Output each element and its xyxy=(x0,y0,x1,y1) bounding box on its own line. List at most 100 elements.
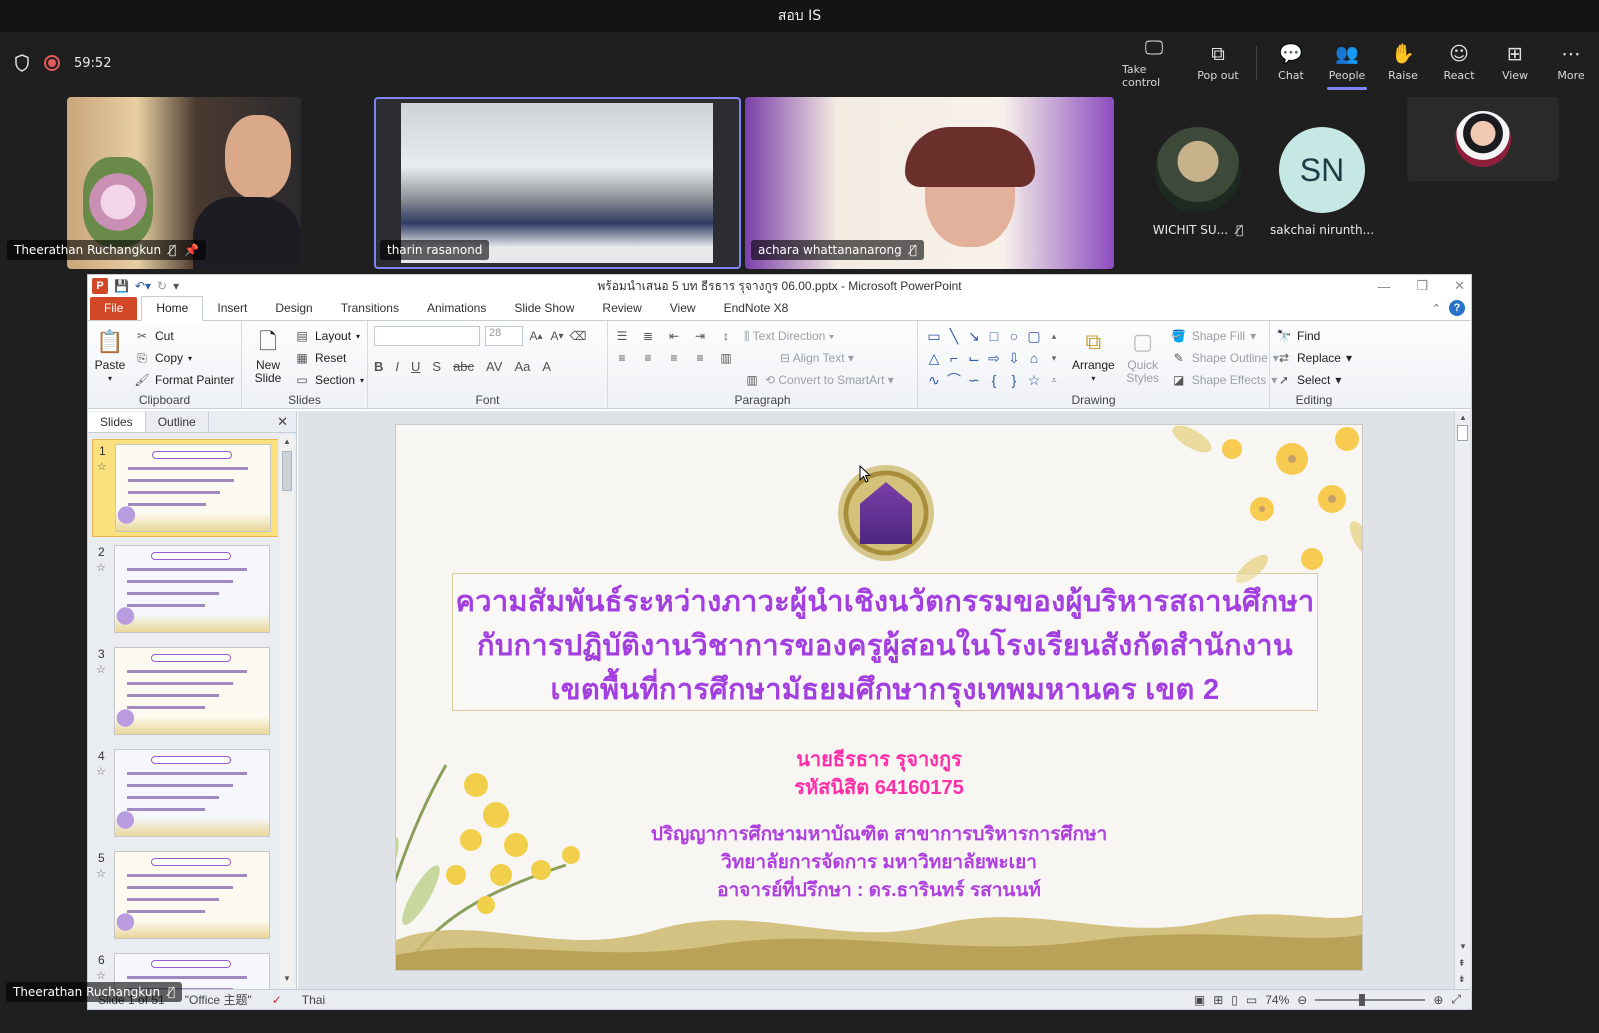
gallery-down-icon[interactable]: ▾ xyxy=(1052,353,1057,364)
react-button[interactable]: ☺ React xyxy=(1431,32,1487,94)
elbow-shape-icon[interactable]: ⌐ xyxy=(950,350,958,366)
font-name-input[interactable] xyxy=(374,326,480,346)
redo-icon[interactable]: ↻ xyxy=(157,279,167,293)
scroll-thumb[interactable] xyxy=(1457,425,1468,441)
chat-button[interactable]: 💬 Chat xyxy=(1263,32,1319,94)
convert-smartart-button[interactable]: ⟲ Convert to SmartArt ▾ xyxy=(765,373,894,387)
slideshow-icon[interactable]: ▭ xyxy=(1246,993,1257,1007)
increase-indent-icon[interactable]: ⇥ xyxy=(692,328,708,344)
language[interactable]: Thai xyxy=(292,993,335,1007)
brace-left-shape-icon[interactable]: { xyxy=(992,372,997,388)
cut-button[interactable]: ✂ Cut xyxy=(134,325,234,347)
tab-outline[interactable]: Outline xyxy=(146,412,209,432)
view-button[interactable]: ⊞ View xyxy=(1487,32,1543,94)
select-button[interactable]: ➚ Select ▾ xyxy=(1276,369,1352,391)
zoom-out-icon[interactable]: ⊖ xyxy=(1297,993,1307,1007)
scroll-up-icon[interactable]: ▲ xyxy=(1459,413,1467,422)
spellcheck-icon[interactable]: ✓ xyxy=(262,993,292,1007)
help-icon[interactable]: ? xyxy=(1449,300,1465,316)
participant-avatar-tile[interactable]: SN sakchai nirunth... xyxy=(1270,127,1374,237)
collapse-ribbon-icon[interactable]: ⌃ xyxy=(1432,302,1441,315)
columns-icon[interactable]: ▥ xyxy=(744,372,760,388)
tab-home[interactable]: Home xyxy=(141,296,204,321)
grow-font-icon[interactable]: A ▴ xyxy=(528,328,544,344)
gallery-more-icon[interactable]: ⩡ xyxy=(1051,375,1056,386)
flowchart-shape-icon[interactable]: ⌂ xyxy=(1030,350,1038,366)
slide-sorter-icon[interactable]: ⊞ xyxy=(1213,993,1223,1007)
triangle-shape-icon[interactable]: △ xyxy=(929,350,940,367)
tab-animations[interactable]: Animations xyxy=(413,297,500,320)
scroll-down-icon[interactable]: ▼ xyxy=(283,974,291,983)
next-slide-icon[interactable]: ⇟ xyxy=(1458,974,1466,985)
slide-thumbnail[interactable] xyxy=(114,851,270,939)
fit-to-window-icon[interactable]: ⤢ xyxy=(1451,992,1461,1007)
self-view-tile[interactable] xyxy=(1407,97,1559,181)
arrow-shape-icon[interactable]: ↘ xyxy=(968,328,980,345)
new-slide-button[interactable]: 🗋 New Slide xyxy=(248,325,288,391)
align-right-icon[interactable]: ≡ xyxy=(666,350,682,366)
right-arrow-shape-icon[interactable]: ⇨ xyxy=(988,350,1000,367)
slide-thumbnail-row[interactable]: 3 ☆ xyxy=(92,643,278,741)
shape-outline-button[interactable]: ✎ Shape Outline ▾ xyxy=(1171,347,1279,369)
tab-review[interactable]: Review xyxy=(588,297,655,320)
quick-styles-button[interactable]: ▢ Quick Styles xyxy=(1123,325,1163,391)
shadow-icon[interactable]: S xyxy=(432,359,441,374)
brace-right-shape-icon[interactable]: } xyxy=(1012,372,1017,388)
slide-thumbnail[interactable] xyxy=(114,647,270,735)
minimize-icon[interactable]: — xyxy=(1377,279,1390,294)
underline-icon[interactable]: U xyxy=(411,359,420,374)
arrange-button[interactable]: ⧉ Arrange ▾ xyxy=(1072,325,1115,391)
close-panel-icon[interactable]: ✕ xyxy=(277,414,288,430)
justify-icon[interactable]: ≡ xyxy=(692,350,708,366)
rectangle-shape-icon[interactable]: □ xyxy=(990,328,998,344)
line-shape-icon[interactable]: ╲ xyxy=(950,328,958,345)
save-icon[interactable]: 💾 xyxy=(114,279,129,293)
align-text-button[interactable]: ⊟ Align Text ▾ xyxy=(780,351,854,365)
undo-icon[interactable]: ↶▾ xyxy=(135,279,151,293)
shrink-font-icon[interactable]: A ▾ xyxy=(549,328,565,344)
tab-slide-show[interactable]: Slide Show xyxy=(500,297,588,320)
text-direction-button[interactable]: ⫼ Text Direction ▾ xyxy=(744,329,835,344)
zoom-in-icon[interactable]: ⊕ xyxy=(1433,993,1443,1007)
slide-canvas[interactable]: ความสัมพันธ์ระหว่างภาวะผู้นำเชิงนวัตกรรม… xyxy=(396,425,1362,970)
shapes-gallery[interactable]: ▭ ╲ ↘ □ ○ ▢ ▴ △ ⌐ ⌙ ⇨ ⇩ ⌂ ▾ ∿ ⌒ ∽ {} ☆ ⩡ xyxy=(924,325,1064,391)
bullets-icon[interactable]: ☰ xyxy=(614,328,630,344)
font-color-icon[interactable]: A xyxy=(542,359,551,374)
oval-shape-icon[interactable]: ○ xyxy=(1010,328,1018,344)
paste-button[interactable]: 📋 Paste ▾ xyxy=(94,325,126,391)
format-painter-button[interactable]: 🖌 Format Painter xyxy=(134,369,234,391)
font-size-input[interactable]: 28 xyxy=(485,326,523,346)
star-shape-icon[interactable]: ☆ xyxy=(1028,372,1041,389)
clear-formatting-icon[interactable]: ⌫ xyxy=(570,328,587,344)
gallery-up-icon[interactable]: ▴ xyxy=(1052,331,1057,342)
zoom-slider[interactable] xyxy=(1315,993,1426,1006)
scroll-thumb[interactable] xyxy=(282,451,292,491)
tab-insert[interactable]: Insert xyxy=(203,297,261,320)
reset-button[interactable]: ▦ Reset xyxy=(294,347,364,369)
scroll-up-icon[interactable]: ▲ xyxy=(283,437,291,446)
slide-title-box[interactable]: ความสัมพันธ์ระหว่างภาวะผู้นำเชิงนวัตกรรม… xyxy=(452,573,1318,711)
restore-icon[interactable]: ❐ xyxy=(1416,278,1428,294)
align-left-icon[interactable]: ≡ xyxy=(614,350,630,366)
rounded-rect-shape-icon[interactable]: ▢ xyxy=(1027,328,1040,345)
slide-thumbnail-row[interactable]: 2 ☆ xyxy=(92,541,278,639)
panel-scrollbar[interactable]: ▲ ▼ xyxy=(280,435,294,987)
down-arrow-shape-icon[interactable]: ⇩ xyxy=(1008,350,1020,367)
tab-endnote-x8[interactable]: EndNote X8 xyxy=(710,297,803,320)
curve-shape-icon[interactable]: ∿ xyxy=(928,372,940,389)
numbering-icon[interactable]: ≣ xyxy=(640,328,656,344)
shape-fill-button[interactable]: 🪣 Shape Fill ▾ xyxy=(1171,325,1279,347)
tab-transitions[interactable]: Transitions xyxy=(327,297,413,320)
slide-thumbnail-row[interactable]: 5 ☆ xyxy=(92,847,278,945)
people-button[interactable]: 👥 People xyxy=(1319,32,1375,94)
slide-thumbnail[interactable] xyxy=(114,545,270,633)
raise-button[interactable]: ✋ Raise xyxy=(1375,32,1431,94)
bold-icon[interactable]: B xyxy=(374,359,383,374)
pop-out-button[interactable]: ⧉ Pop out xyxy=(1186,32,1250,94)
close-icon[interactable]: ✕ xyxy=(1454,278,1465,294)
align-center-icon[interactable]: ≡ xyxy=(640,350,656,366)
reading-view-icon[interactable]: ▯ xyxy=(1231,993,1238,1007)
strikethrough-icon[interactable]: abc xyxy=(453,359,474,374)
distributed-icon[interactable]: ▥ xyxy=(718,350,734,366)
line-spacing-icon[interactable]: ↕ xyxy=(718,328,734,344)
